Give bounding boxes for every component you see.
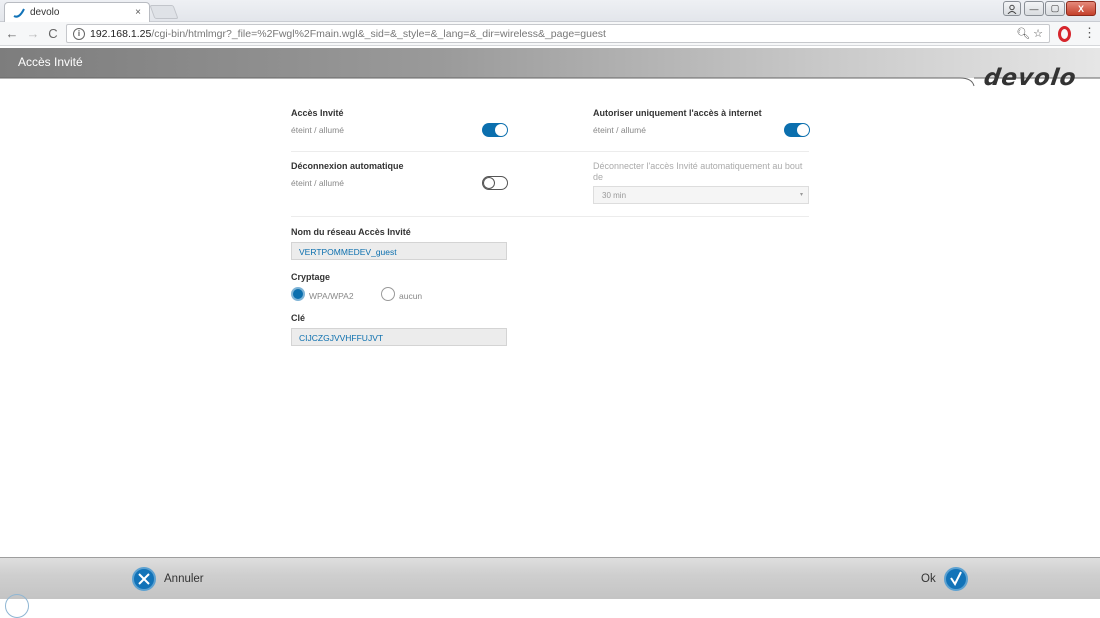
cancel-button[interactable] [132,567,156,591]
disconnect-after-select: 30 min ▾ [593,186,809,204]
divider [291,151,809,152]
url-host: 192.168.1.25 [90,27,152,40]
guest-access-toggle[interactable] [482,123,508,137]
guest-access-sub: éteint / allumé [291,125,344,135]
auto-disconnect-sub: éteint / allumé [291,178,344,188]
chevron-down-icon: ▾ [799,192,803,198]
encryption-label: Cryptage [291,272,331,282]
reload-icon[interactable]: C [46,26,60,42]
back-icon[interactable]: ← [5,26,19,42]
auto-disconnect-toggle[interactable] [482,176,508,190]
ssid-label: Nom du réseau Accès Invité [291,227,411,237]
tab-title: devolo [30,7,60,18]
internet-only-label: Autoriser uniquement l'accès à internet [593,108,762,118]
footer-bar: Annuler Ok [0,557,1100,599]
forward-icon[interactable]: → [26,26,40,42]
disconnect-after-label: Déconnecter l'accès Invité automatiqueme… [593,161,803,182]
ssid-input[interactable]: VERTPOMMEDEV_guest [291,242,507,260]
site-info-icon[interactable]: i [73,27,85,40]
header-swoosh [0,77,1100,87]
none-radio[interactable] [381,287,395,301]
cancel-label[interactable]: Annuler [164,573,204,585]
internet-only-sub: éteint / allumé [593,125,646,135]
help-icon[interactable] [5,594,29,618]
minimize-button[interactable]: — [1024,1,1044,16]
close-icon [138,573,150,585]
new-tab-button[interactable] [149,5,179,19]
divider [291,216,809,217]
ok-label[interactable]: Ok [921,573,936,585]
guest-access-label: Accès Invité [291,108,344,118]
devolo-logo: devolo [982,65,1079,91]
tab-close-icon[interactable]: × [131,7,145,18]
profile-icon[interactable] [1003,1,1021,16]
auto-disconnect-label: Déconnexion automatique [291,161,404,171]
maximize-button[interactable]: ▢ [1045,1,1065,16]
none-radio-label: aucun [399,291,423,301]
zoom-bookmark-icons[interactable]: 🔍︎ ☆ [1016,27,1043,40]
wpa-radio-label: WPA/WPA2 [309,291,354,301]
opera-icon[interactable] [1058,26,1071,42]
wpa-radio[interactable] [291,287,305,301]
internet-only-toggle[interactable] [784,123,810,137]
menu-icon[interactable]: ⋮ [1083,25,1096,41]
disconnect-after-value: 30 min [602,191,627,200]
check-icon [950,571,962,586]
key-input[interactable]: CIJCZGJVVHFFUJVT [291,328,507,346]
browser-toolbar: ← → C i 192.168.1.25 /cgi-bin/htmlmgr?_f… [0,22,1100,46]
browser-tabbar: devolo × — ▢ X [0,0,1100,22]
ok-button[interactable] [944,567,968,591]
address-bar[interactable]: i 192.168.1.25 /cgi-bin/htmlmgr?_file=%2… [66,24,1050,43]
url-path: /cgi-bin/htmlmgr?_file=%2Fwgl%2Fmain.wgl… [151,27,606,40]
close-window-button[interactable]: X [1066,1,1096,16]
key-label: Clé [291,313,306,323]
devolo-favicon-icon [13,8,25,18]
browser-tab[interactable]: devolo × [4,2,150,22]
